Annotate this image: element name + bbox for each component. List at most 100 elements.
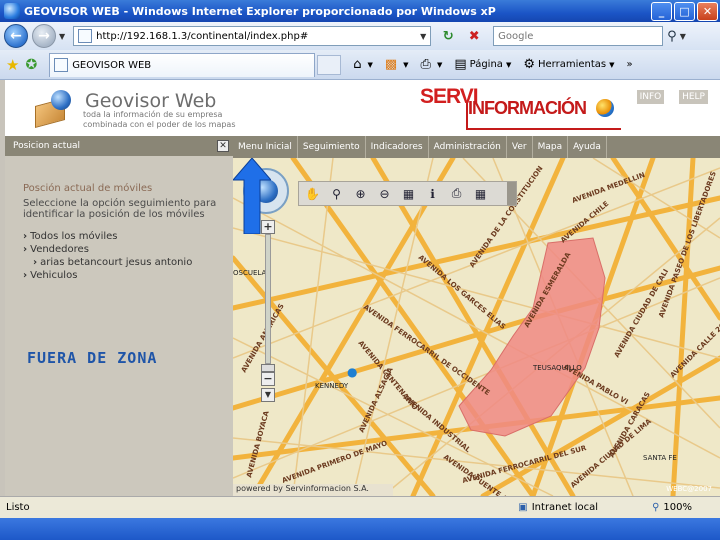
svg-text:AVENIDA PASEO DE LOS LIBERTADO: AVENIDA PASEO DE LOS LIBERTADORES xyxy=(657,170,718,318)
sidebar-title: Posción actual de móviles xyxy=(23,183,153,194)
add-favorite-icon[interactable]: ✪ xyxy=(25,57,37,73)
zone-status-label: FUERA DE ZONA xyxy=(27,349,158,367)
address-input[interactable]: http://192.168.1.3/continental/index.php… xyxy=(73,26,432,46)
servinformacion-logo: SERVI INFORMACIÓN xyxy=(420,85,630,131)
place-santa-fe: SANTA FE xyxy=(643,454,677,462)
new-tab-button[interactable] xyxy=(317,54,342,75)
menu-item-indicadores[interactable]: Indicadores xyxy=(366,136,429,158)
print-map-icon[interactable]: ⎙ xyxy=(446,183,467,204)
address-dropdown-icon[interactable]: ▼ xyxy=(416,32,430,41)
history-dropdown-icon[interactable]: ▼ xyxy=(59,32,65,41)
vehicle-pin-icon[interactable]: ● xyxy=(347,365,357,379)
zoom-level[interactable]: ⚲ 100% xyxy=(652,502,692,513)
zoom-out-icon[interactable]: ⊖ xyxy=(374,183,395,204)
windows-taskbar xyxy=(0,518,720,540)
menu-item-ver[interactable]: Ver xyxy=(507,136,533,158)
page-icon xyxy=(78,29,93,43)
info-link[interactable]: INFO xyxy=(636,90,665,104)
zoom-level-icon: ⚲ xyxy=(652,502,660,513)
search-icon[interactable]: ⚲ xyxy=(667,29,677,44)
forward-button[interactable]: → xyxy=(32,24,56,48)
back-button[interactable]: ← xyxy=(4,24,28,48)
tools-menu[interactable]: ⚙ Herramientas ▼ xyxy=(523,57,614,72)
svg-text:AVENIDA ALSACIA: AVENIDA ALSACIA xyxy=(358,366,395,434)
layers-icon[interactable]: ▦ xyxy=(470,183,491,204)
minimize-button[interactable]: _ xyxy=(651,1,672,21)
menu-item-mapa[interactable]: Mapa xyxy=(533,136,569,158)
security-zone[interactable]: ▣ Intranet local xyxy=(518,502,598,513)
help-link[interactable]: HELP xyxy=(679,90,708,104)
sidebar-header: Posicion actual ✕ xyxy=(5,136,233,156)
sidebar-panel: Posicion actual ✕ Posción actual de móvi… xyxy=(5,136,233,496)
servi-globe-icon xyxy=(596,99,614,117)
search-input[interactable] xyxy=(493,26,664,46)
tree-item-vendor[interactable]: arias betancourt jesus antonio xyxy=(23,256,233,269)
tab-bar: ★ ✪ GEOVISOR WEB ⌂ ▼ ▩ ▼ ⎙ ▼ ▤ Página ▼ ⚙ Herr… xyxy=(0,50,720,80)
tree-item-vehicles[interactable]: Vehiculos xyxy=(23,269,233,282)
blue-arrow-icon xyxy=(233,158,271,234)
zoom-scroll-button[interactable]: ▼ xyxy=(261,388,275,402)
favorites-star-icon[interactable]: ★ xyxy=(6,56,19,74)
address-url[interactable]: http://192.168.1.3/continental/index.php… xyxy=(96,31,416,42)
place-kennedy: KENNEDY xyxy=(315,382,349,390)
geovisor-logo xyxy=(35,90,75,129)
zoom-control[interactable]: + − ▼ xyxy=(261,220,275,402)
map-credit: powered by Servinformacion S.A. xyxy=(233,484,393,496)
tab-page-icon xyxy=(54,58,69,72)
sidebar-close-icon[interactable]: ✕ xyxy=(217,140,229,152)
search-dropdown-icon[interactable]: ▼ xyxy=(680,32,686,41)
zoom-track[interactable] xyxy=(265,234,271,364)
zoom-box-icon[interactable]: ⚲ xyxy=(326,183,347,204)
intranet-icon: ▣ xyxy=(518,502,528,513)
ie-icon xyxy=(4,3,20,19)
place-teusaquillo: TEUSAQUILLO xyxy=(532,364,582,372)
print-button[interactable]: ⎙ ▼ xyxy=(421,57,443,72)
printer-icon: ⎙ xyxy=(420,57,431,72)
address-toolbar: ← → ▼ http://192.168.1.3/continental/ind… xyxy=(0,22,720,50)
web-page: Geovisor Web toda la información de su e… xyxy=(0,80,720,496)
sidebar-description: Seleccione la opción seguimiento para id… xyxy=(23,198,217,220)
menu-item-inicial[interactable]: Menu Inicial xyxy=(233,136,298,158)
home-icon: ⌂ xyxy=(353,57,362,72)
window-title-bar: GEOVISOR WEB - Windows Internet Explorer… xyxy=(0,0,720,22)
map-view[interactable]: AVENIDA FERROCARRIL DE OCCIDENTE AVENIDA… xyxy=(233,158,720,496)
globe-icon xyxy=(51,90,71,110)
page-menu[interactable]: ▤ Página ▼ xyxy=(454,57,511,72)
zoom-slider-thumb[interactable] xyxy=(261,364,275,372)
svg-text:AVENIDA FERROCARRIL DEL SUR: AVENIDA FERROCARRIL DEL SUR xyxy=(461,444,587,485)
measure-icon[interactable]: ▦ xyxy=(398,183,419,204)
maximize-button[interactable]: □ xyxy=(674,1,695,21)
zoom-in-icon[interactable]: ⊕ xyxy=(350,183,371,204)
street-map[interactable]: AVENIDA FERROCARRIL DE OCCIDENTE AVENIDA… xyxy=(233,158,720,496)
rss-icon: ▩ xyxy=(384,57,398,72)
menu-item-administracion[interactable]: Administración xyxy=(429,136,507,158)
toolbar-scroll-handle[interactable] xyxy=(507,182,516,205)
pan-hand-icon[interactable]: ✋ xyxy=(302,183,323,204)
site-header: Geovisor Web toda la información de su e… xyxy=(5,80,720,136)
window-title: GEOVISOR WEB - Windows Internet Explorer… xyxy=(24,4,496,18)
home-button[interactable]: ⌂ ▼ xyxy=(353,57,373,72)
tree-item-vendors[interactable]: Vendedores xyxy=(23,243,233,256)
status-text: Listo xyxy=(6,502,30,513)
brand-tagline: toda la información de su empresa combin… xyxy=(83,110,236,129)
feeds-button[interactable]: ▩ ▼ xyxy=(385,57,409,72)
refresh-icon[interactable]: ↻ xyxy=(439,27,457,45)
more-commands[interactable]: » xyxy=(627,59,633,70)
tab-label: GEOVISOR WEB xyxy=(72,59,152,71)
main-menu: Menu Inicial Seguimiento Indicadores Adm… xyxy=(233,136,720,158)
gear-icon: ⚙ xyxy=(523,57,535,72)
close-button[interactable]: ✕ xyxy=(697,1,718,21)
menu-item-seguimiento[interactable]: Seguimiento xyxy=(298,136,366,158)
stop-icon[interactable]: ✖ xyxy=(465,27,483,45)
zoom-out-button[interactable]: − xyxy=(261,372,275,386)
menu-item-ayuda[interactable]: Ayuda xyxy=(568,136,607,158)
top-links: INFO HELP xyxy=(625,90,708,104)
tree-item-all[interactable]: Todos los móviles xyxy=(23,230,233,243)
mobile-tree: Todos los móviles Vendedores arias betan… xyxy=(23,230,233,282)
map-watermark: WEBC@2007 xyxy=(666,485,712,493)
status-bar: Listo ▣ Intranet local ⚲ 100% xyxy=(0,496,720,518)
info-icon[interactable]: ℹ xyxy=(422,183,443,204)
brand-name: Geovisor Web xyxy=(85,90,217,112)
map-toolbar: ✋ ⚲ ⊕ ⊖ ▦ ℹ ⎙ ▦ xyxy=(298,181,517,206)
tab-geovisor[interactable]: GEOVISOR WEB xyxy=(49,52,316,77)
